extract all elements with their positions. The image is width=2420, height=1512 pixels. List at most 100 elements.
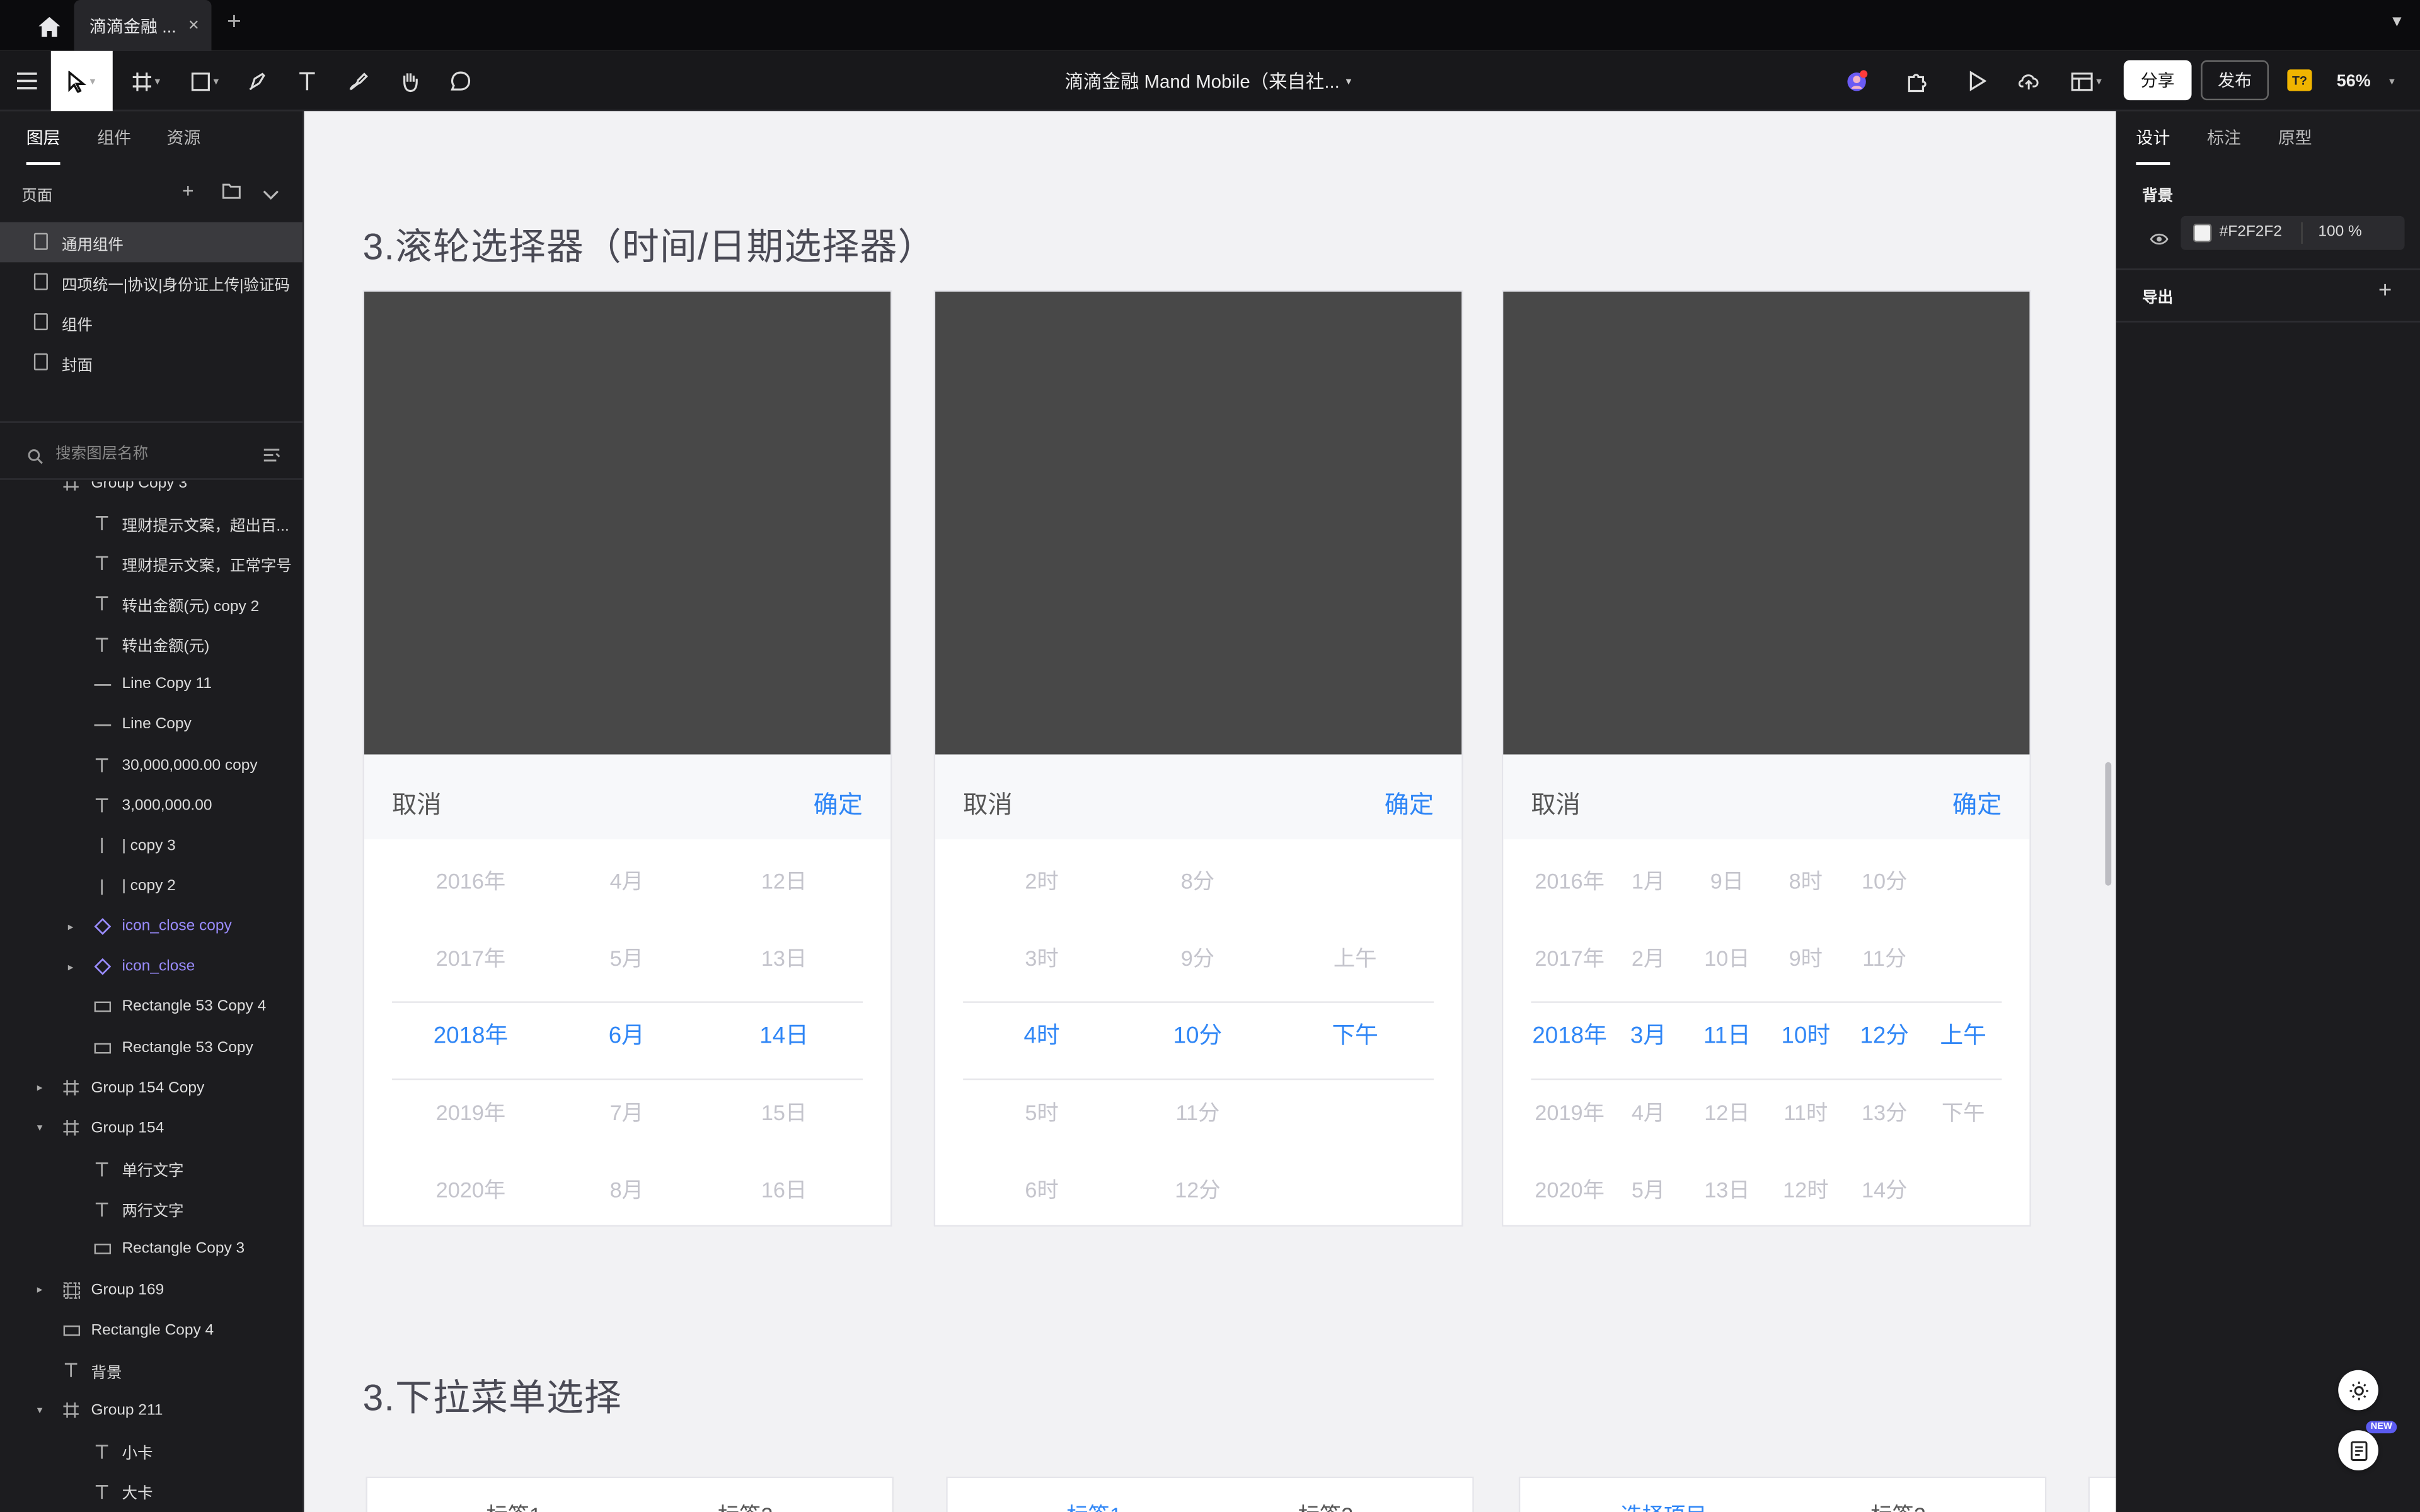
collaborator-avatar[interactable]	[1840, 51, 1874, 112]
layer-row[interactable]: ▸ Group 154 Copy	[0, 1068, 302, 1108]
filter-icon[interactable]	[262, 443, 280, 471]
share-button[interactable]: 分享	[2123, 60, 2192, 101]
layer-row[interactable]: 两行文字	[0, 1189, 302, 1229]
page-item-cover[interactable]: 封面	[0, 343, 302, 383]
pages-label: 页面	[21, 188, 53, 205]
layer-row[interactable]: 转出金额(元) copy 2	[0, 584, 302, 624]
frame-icon	[62, 481, 80, 492]
layer-row[interactable]: ▸ icon_close	[0, 947, 302, 987]
page-item-components[interactable]: 组件	[0, 302, 302, 343]
picker-option: 2时	[1025, 868, 1059, 893]
visibility-eye-icon[interactable]	[2150, 226, 2169, 253]
picker-option: 12日	[761, 868, 807, 893]
layer-row[interactable]: | copy 2	[0, 866, 302, 907]
add-page-icon[interactable]: +	[182, 179, 194, 202]
expand-arrow-icon[interactable]: ▸	[37, 1082, 43, 1094]
theme-toggle-button[interactable]	[2338, 1370, 2378, 1411]
text-tool-icon[interactable]	[292, 51, 323, 112]
page-item-four-unified[interactable]: 四项统一|协议|身份证上传|验证码	[0, 262, 302, 302]
picker-option: 2019年	[435, 1100, 506, 1125]
layer-row[interactable]: ▾ Group 211	[0, 1391, 302, 1431]
tab-menu-chevron-icon[interactable]: ▼	[2389, 14, 2404, 31]
wheel-picker-mockup: 取消 确定 2016年 2017年 2018年 2019年 2020年 4月 5月 6月 7月 8月 1…	[362, 290, 892, 1227]
layer-row[interactable]: 单行文字	[0, 1148, 302, 1189]
layer-row[interactable]: Rectangle 53 Copy	[0, 1028, 302, 1068]
layer-row[interactable]: 大卡	[0, 1472, 302, 1512]
collapse-arrow-icon[interactable]: ▾	[37, 1405, 43, 1417]
layout-toggle-button[interactable]: ▾	[2062, 51, 2111, 112]
dropdown-label: 标签1	[486, 1499, 541, 1512]
layer-row[interactable]: Rectangle Copy 3	[0, 1229, 302, 1269]
upgrade-badge[interactable]: T?	[2287, 69, 2312, 91]
hand-tool-icon[interactable]	[393, 51, 424, 112]
folder-icon[interactable]	[222, 181, 241, 204]
document-title-dropdown[interactable]: 滴滴金融 Mand Mobile（来自社... ▾	[1065, 51, 1351, 112]
layer-row[interactable]: Line Copy	[0, 705, 302, 745]
background-hex[interactable]: #F2F2F2	[2220, 224, 2282, 241]
color-swatch[interactable]	[2193, 224, 2212, 243]
tab-layers[interactable]: 图层	[26, 125, 60, 166]
layer-row[interactable]: | copy 3	[0, 826, 302, 866]
new-tab-button[interactable]: +	[227, 9, 241, 37]
add-export-icon[interactable]: +	[2378, 278, 2392, 304]
release-notes-button[interactable]	[2338, 1430, 2378, 1470]
layer-row[interactable]: ▸ icon_close copy	[0, 907, 302, 947]
collapse-arrow-icon[interactable]: ▾	[37, 1122, 43, 1135]
main-menu-icon[interactable]	[9, 51, 43, 112]
upload-cloud-icon[interactable]	[2011, 51, 2045, 112]
layer-row[interactable]: Rectangle Copy 4	[0, 1310, 302, 1351]
background-color-field[interactable]: #F2F2F2 100 %	[2181, 215, 2405, 250]
expand-arrow-icon[interactable]: ▸	[68, 961, 74, 973]
canvas-scrollbar[interactable]	[2105, 762, 2112, 886]
layer-row[interactable]: 3,000,000.00	[0, 786, 302, 826]
home-icon[interactable]	[25, 11, 74, 42]
tab-prototype[interactable]: 原型	[2278, 125, 2312, 149]
plugin-icon[interactable]	[1900, 51, 1934, 112]
frame-tool-button[interactable]: ▾	[124, 51, 170, 112]
layer-row[interactable]: 背景	[0, 1351, 302, 1391]
tab-components[interactable]: 组件	[97, 125, 131, 149]
pen-tool-icon[interactable]	[242, 51, 273, 112]
design-canvas[interactable]: 3.滚轮选择器（时间/日期选择器） 取消 确定 2016年 2017年 2018年 201…	[304, 111, 2116, 1512]
collapse-pages-chevron-icon[interactable]	[262, 182, 279, 205]
tab-annotate[interactable]: 标注	[2207, 125, 2241, 149]
layer-row[interactable]: ▸ Group 169	[0, 1270, 302, 1310]
page-item-general-components[interactable]: 通用组件	[0, 222, 303, 263]
text-icon	[93, 1482, 111, 1501]
background-opacity[interactable]: 100 %	[2318, 224, 2361, 241]
layer-label: Group 169	[91, 1281, 164, 1298]
expand-arrow-icon[interactable]: ▸	[68, 920, 74, 933]
search-input[interactable]	[55, 441, 256, 466]
document-tab[interactable]: 滴滴金融 ... ×	[74, 0, 212, 51]
layer-row[interactable]: Group Copy 3	[0, 481, 302, 503]
zoom-dropdown[interactable]: 56% ▾	[2337, 51, 2395, 112]
layer-row[interactable]: 小卡	[0, 1431, 302, 1472]
layer-row[interactable]: 理财提示文案，超出百...	[0, 503, 302, 544]
comment-tool-icon[interactable]	[444, 51, 475, 112]
shape-tool-button[interactable]: ▾	[182, 51, 228, 112]
picker-cancel: 取消	[392, 793, 442, 820]
layer-row[interactable]: 理财提示文案，正常字号	[0, 544, 302, 584]
layer-label: Rectangle 53 Copy	[122, 1039, 253, 1057]
layer-row[interactable]: Rectangle 53 Copy 4	[0, 987, 302, 1028]
layer-row[interactable]: 转出金额(元)	[0, 624, 302, 665]
component-icon	[93, 917, 111, 936]
picker-option: 2016年	[435, 868, 506, 893]
play-prototype-icon[interactable]	[1960, 51, 1994, 112]
rect-icon	[62, 1321, 80, 1339]
layer-row[interactable]: ▾ Group 154	[0, 1108, 302, 1148]
tab-assets[interactable]: 资源	[166, 125, 200, 149]
pencil-tool-icon[interactable]	[343, 51, 374, 112]
tab-design[interactable]: 设计	[2136, 125, 2170, 166]
cursor-arrow-icon	[69, 70, 87, 92]
close-tab-icon[interactable]: ×	[188, 14, 199, 35]
picker-option: 14日	[759, 1022, 809, 1050]
expand-arrow-icon[interactable]: ▸	[37, 1284, 43, 1296]
layer-label: Line Copy	[122, 716, 192, 734]
move-tool-button[interactable]: ▾	[50, 50, 113, 112]
dropdown-card	[1518, 1476, 2047, 1512]
layer-row[interactable]: 30,000,000.00 copy	[0, 745, 302, 786]
new-badge: NEW	[2366, 1421, 2397, 1434]
publish-button[interactable]: 发布	[2201, 60, 2269, 101]
layer-row[interactable]: Line Copy 11	[0, 665, 302, 705]
